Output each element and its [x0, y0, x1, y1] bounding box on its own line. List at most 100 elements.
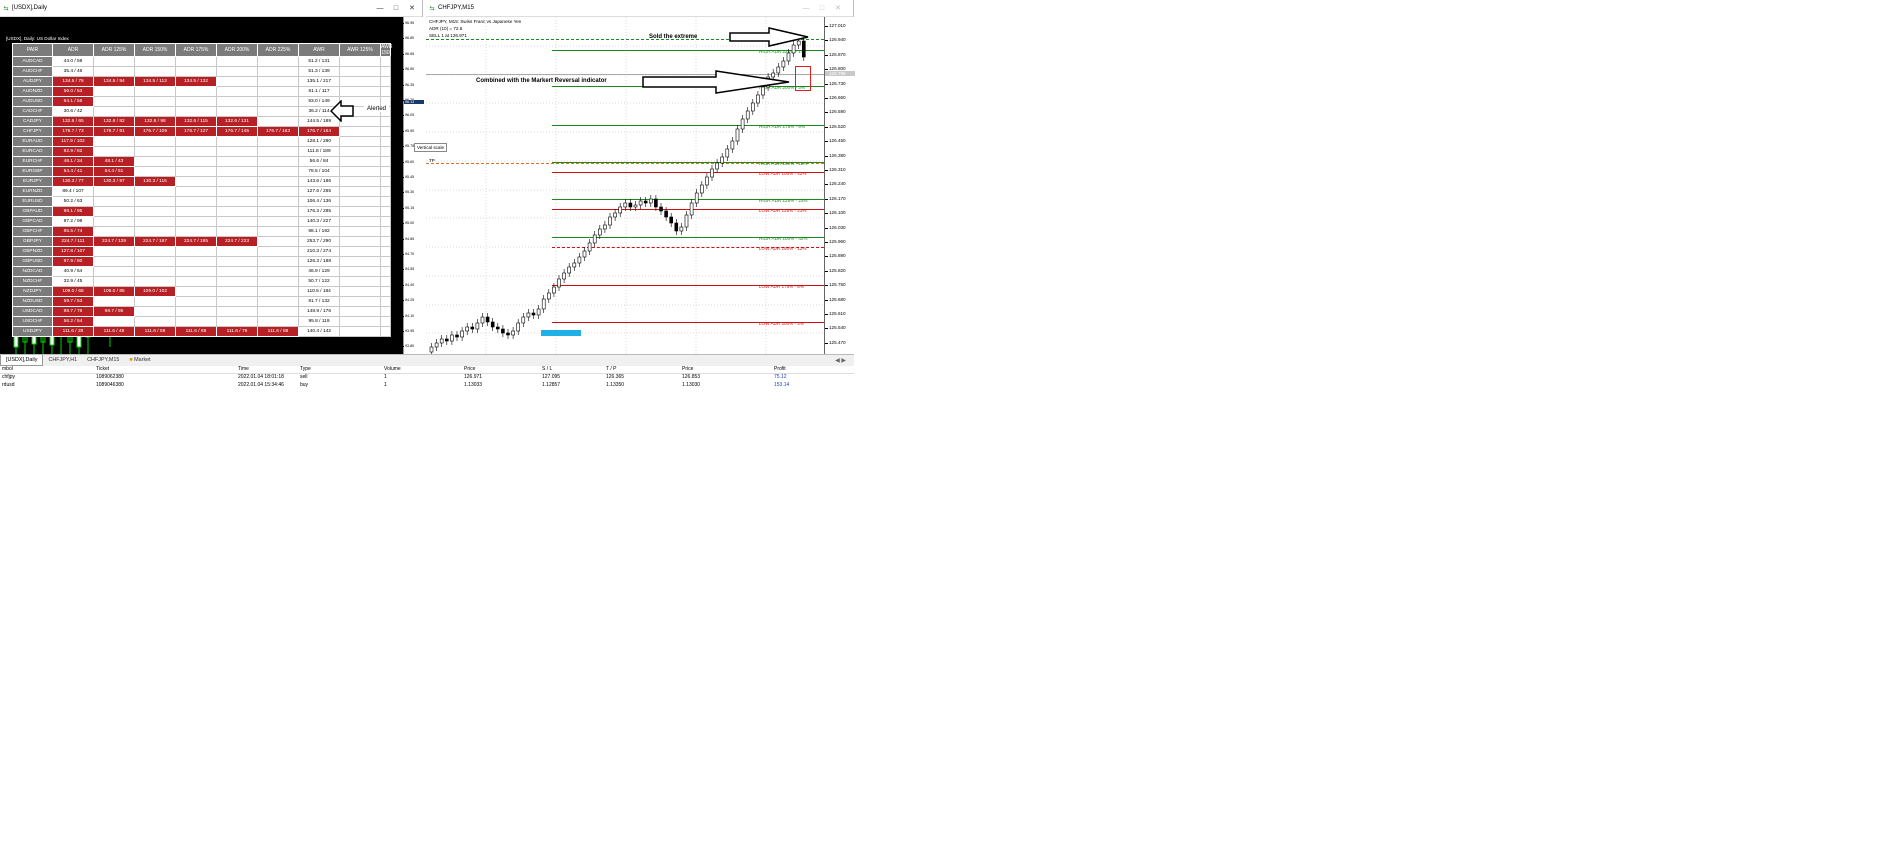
table-row: EURGBP 54.4 / 41 54.4 / 51 78.5 / 104	[12, 166, 391, 177]
value-cell	[380, 316, 391, 327]
terminal-cell: 153.14	[774, 382, 790, 388]
value-cell: 35.4 / 46	[52, 66, 94, 77]
close-icon[interactable]: ✕	[830, 0, 846, 17]
pair-cell: USDCHF	[12, 316, 53, 327]
price-tick: 125.470	[825, 339, 846, 345]
value-cell	[380, 56, 391, 67]
candle-body	[567, 266, 571, 274]
price-tick: 95.30	[402, 190, 424, 194]
value-cell	[339, 276, 381, 287]
candle-body	[699, 184, 704, 194]
value-cell: 111.6 / 59	[134, 326, 176, 337]
value-cell	[93, 296, 135, 307]
maximize-icon[interactable]: □	[388, 0, 404, 17]
tab-scroll-icons[interactable]: ◀ ▶	[835, 357, 854, 364]
candle-body	[485, 316, 490, 323]
signal-box	[795, 66, 811, 91]
value-cell	[380, 286, 391, 297]
candle-body	[659, 206, 663, 212]
chart-window-icon: ⇆	[429, 5, 435, 12]
minimize-icon[interactable]: —	[798, 0, 814, 17]
table-row[interactable]: chfjpy 1089062380 2022.01.04 18:01:18 sell 1…	[0, 374, 854, 382]
value-cell: 46.9 / 129	[298, 266, 340, 277]
table-row: EURJPY 130.3 / 77 130.3 / 97 130.3 / 116 143…	[12, 176, 391, 187]
value-cell	[257, 236, 299, 247]
chfjpy-price-scale[interactable]: 127.010 126.940 126.870 126.800 126.730 126.6…	[824, 17, 855, 354]
tab-usdx-daily[interactable]: [USDX],Daily	[0, 355, 44, 366]
candle-body	[608, 216, 612, 226]
value-cell	[257, 96, 299, 107]
table-row: GBPCHF 85.5 / 74 98.1 / 192	[12, 226, 391, 237]
candle-body	[557, 278, 561, 288]
value-cell	[175, 66, 217, 77]
right-arrow-icon	[642, 70, 790, 94]
price-tick: 95.15	[402, 206, 424, 210]
candle-body	[633, 204, 638, 208]
value-cell	[339, 146, 381, 157]
candle-body	[781, 60, 786, 68]
value-cell: 111.8 / 189	[298, 146, 340, 157]
value-cell	[175, 86, 217, 97]
tab-market[interactable]: ■ Market	[124, 355, 155, 366]
value-cell: 134.5 / 132	[175, 76, 217, 87]
tab-chfjpy-h1[interactable]: CHFJPY,H1	[43, 355, 82, 366]
value-cell: 176.7 / 163	[257, 126, 299, 137]
pair-cell: EURCHF	[12, 156, 53, 167]
usdx-daily-window[interactable]: ⇆ [USDX],Daily — □ ✕ [USDX], Daily: US D…	[0, 0, 448, 364]
price-tick: 96.35	[402, 83, 424, 87]
price-tick: 126.730	[825, 80, 846, 86]
value-cell	[175, 96, 217, 107]
table-row: EURUSD 50.2 / 63 106.4 / 136	[12, 196, 391, 207]
value-cell: 126.3 / 188	[298, 256, 340, 267]
value-cell: 51.3 / 139	[298, 66, 340, 77]
minimize-icon[interactable]: —	[372, 0, 388, 17]
value-cell: 98.1 / 192	[298, 226, 340, 237]
chfjpy-m15-window[interactable]: ⇆ CHFJPY,M15 — □ ✕ CHFJPY, M15: Swiss Fr…	[426, 0, 855, 354]
chfjpy-chart-area[interactable]: CHFJPY, M15: Swiss Franc vs Japanese Yen…	[426, 17, 824, 354]
value-cell	[134, 276, 176, 287]
value-cell	[339, 76, 381, 87]
value-cell	[93, 316, 135, 327]
value-cell: 61.1 / 117	[298, 86, 340, 97]
maximize-icon[interactable]: □	[814, 0, 830, 17]
pair-cell: USDCAD	[12, 306, 53, 317]
value-cell	[134, 256, 176, 267]
value-cell: 224.7 / 223	[216, 236, 258, 247]
value-cell	[339, 186, 381, 197]
value-cell	[339, 306, 381, 317]
value-cell: 132.6 / 98	[134, 116, 176, 127]
value-cell: 176.3 / 285	[298, 206, 340, 217]
tab-chfjpy-m15[interactable]: CHFJPY,M15	[82, 355, 124, 366]
price-tick: 93.95	[402, 329, 424, 333]
table-row[interactable]: rdusd 1089046380 2022.01.04 15:34:46 buy 1 1.…	[0, 382, 854, 390]
usdx-price-scale[interactable]: 96.9596.8096.6596.5096.3596.2096.0595.90…	[402, 17, 424, 364]
usdx-chart-area[interactable]: [USDX], Daily: US Dollar Index PAIR ADR AD…	[0, 17, 403, 354]
value-cell	[339, 216, 381, 227]
value-cell	[216, 146, 258, 157]
value-cell: 140.4 / 142	[298, 326, 340, 337]
value-cell	[257, 106, 299, 117]
value-cell: 128.1 / 280	[298, 136, 340, 147]
column-header: AWR	[298, 43, 340, 57]
price-tick: 94.70	[402, 252, 424, 256]
terminal-cell: 1.12857	[542, 382, 561, 388]
column-header: ADR 125%	[93, 43, 135, 57]
close-icon[interactable]: ✕	[404, 0, 420, 17]
value-cell	[257, 86, 299, 97]
terminal-cell: mbol	[2, 366, 13, 372]
candle-body	[444, 338, 449, 342]
value-cell: 130.3 / 77	[52, 176, 94, 187]
price-tick: 126.380	[825, 152, 846, 158]
price-tick: 95.90	[402, 129, 424, 133]
value-cell	[175, 56, 217, 67]
value-cell	[380, 66, 391, 77]
value-cell: 95.8 / 119	[298, 316, 340, 327]
right-titlebar[interactable]: ⇆ CHFJPY,M15 — □ ✕	[426, 0, 853, 17]
value-cell: 85.5 / 74	[52, 226, 94, 237]
value-cell	[93, 86, 135, 97]
candle-body	[715, 162, 719, 170]
value-cell: 98.1 / 95	[52, 206, 94, 217]
candle-body	[587, 242, 592, 252]
candle-body	[501, 328, 505, 334]
left-titlebar[interactable]: ⇆ [USDX],Daily — □ ✕	[0, 0, 422, 17]
